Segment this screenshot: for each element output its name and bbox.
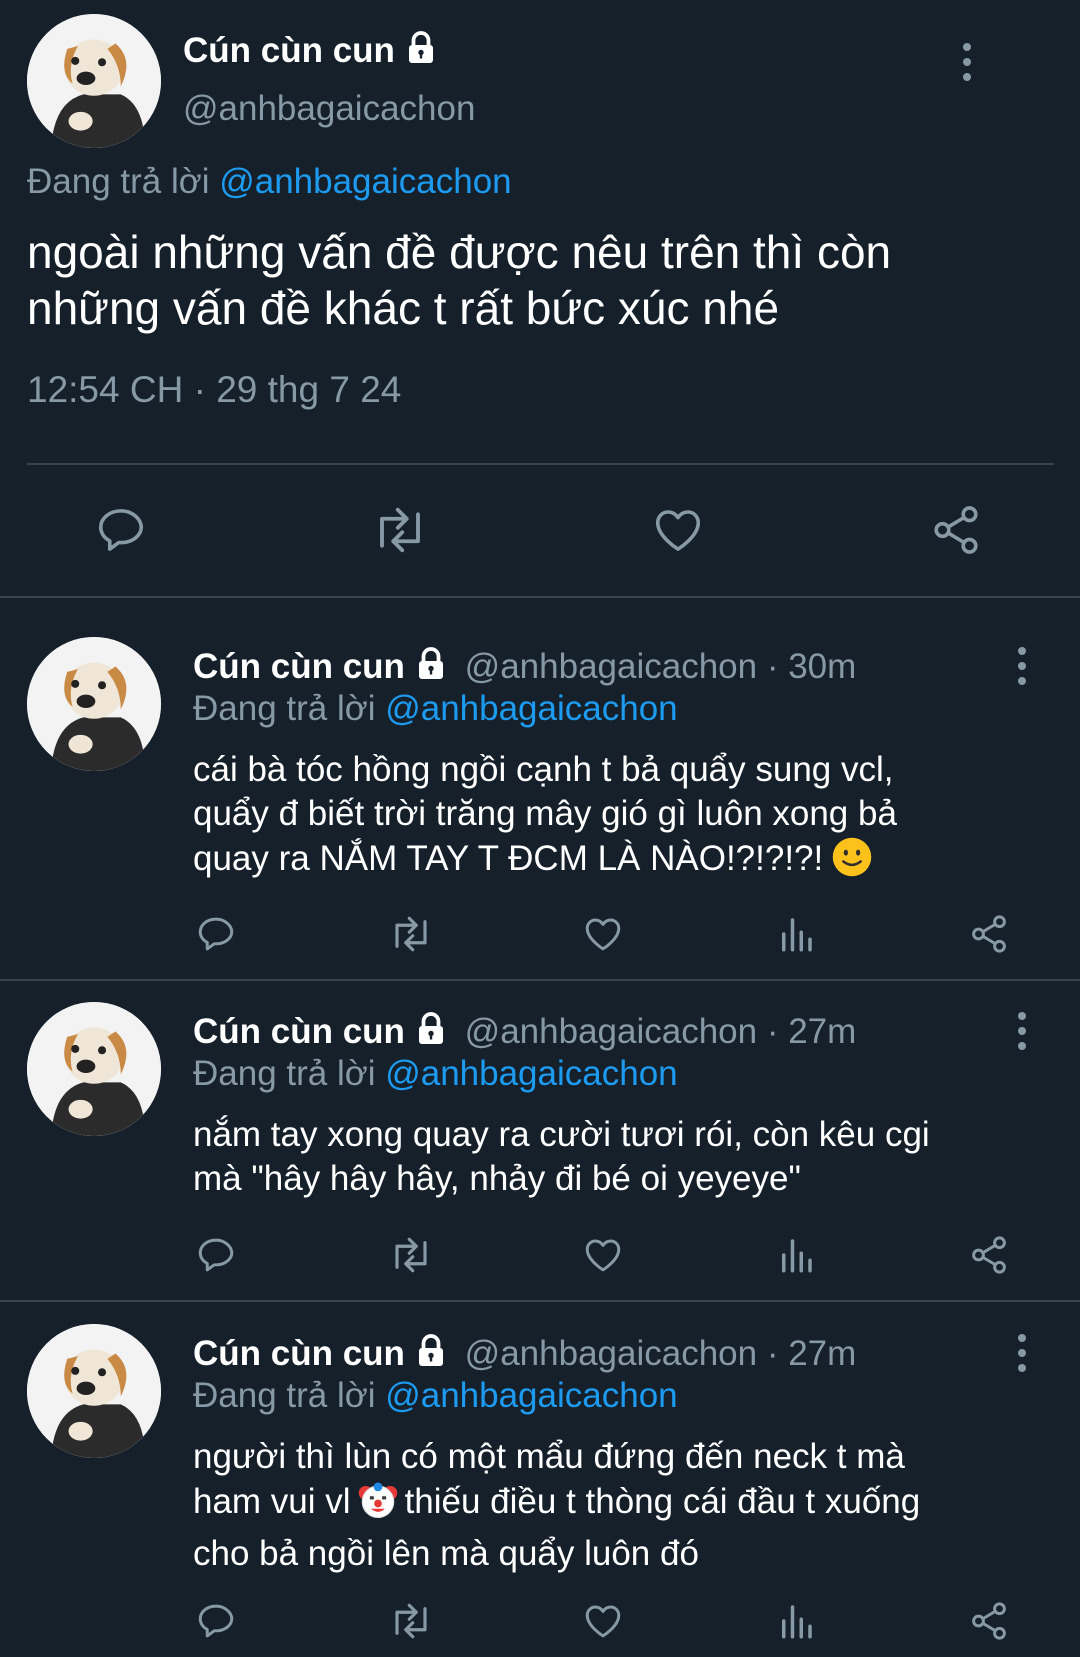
retweet-icon[interactable] [388, 1600, 434, 1647]
handle[interactable]: @anhbagaicachon [183, 89, 475, 129]
reply-to-link[interactable]: @anhbagaicachon [219, 162, 511, 201]
like-icon[interactable] [582, 1234, 624, 1281]
retweet-icon[interactable] [388, 913, 434, 960]
lock-icon [413, 1333, 449, 1378]
tweet-header: Cún cùn cun @anhbagaicachon · 27m [193, 1333, 856, 1378]
analytics-icon[interactable] [775, 1600, 817, 1647]
more-options-icon[interactable] [1016, 1334, 1028, 1372]
display-name[interactable]: Cún cùn cun [193, 647, 405, 686]
more-options-icon[interactable] [961, 43, 973, 81]
analytics-icon[interactable] [775, 913, 817, 960]
reply-context: Đang trả lời @anhbagaicachon [193, 1054, 678, 1093]
reply-context: Đang trả lời @anhbagaicachon [193, 1376, 678, 1415]
tweet-text: cái bà tóc hồng ngồi cạnh t bả quẩy sung… [193, 748, 897, 889]
share-icon[interactable] [968, 1600, 1010, 1647]
lock-icon [403, 30, 439, 75]
tweet-header: Cún cùn cun @anhbagaicachon · 27m [193, 1011, 856, 1056]
divider [27, 463, 1054, 465]
analytics-icon[interactable] [775, 1234, 817, 1281]
reply-icon[interactable] [195, 1234, 237, 1281]
slightly-smiling-face-icon [831, 836, 873, 889]
lock-icon [413, 1011, 449, 1056]
display-name[interactable]: Cún cùn cun [193, 1334, 405, 1373]
display-name[interactable]: Cún cùn cun [183, 30, 439, 75]
tweet-header: Cún cùn cun @anhbagaicachon · 30m [193, 646, 856, 691]
dog-avatar-icon [27, 637, 161, 771]
share-icon[interactable] [929, 503, 983, 562]
avatar[interactable] [27, 14, 161, 148]
tweet-text: ngoài những vấn đề được nêu trên thì còn… [27, 226, 892, 334]
avatar[interactable] [27, 1324, 161, 1458]
reply-icon[interactable] [195, 913, 237, 960]
like-icon[interactable] [651, 503, 705, 562]
handle-time[interactable]: @anhbagaicachon · 27m [465, 1012, 857, 1051]
retweet-icon[interactable] [370, 503, 430, 562]
share-icon[interactable] [968, 1234, 1010, 1281]
reply-to-link[interactable]: @anhbagaicachon [385, 1376, 677, 1415]
reply-icon[interactable] [94, 503, 148, 562]
section-divider [0, 596, 1080, 598]
tweet-text: nắm tay xong quay ra cười tươi rói, còn … [193, 1115, 930, 1198]
handle-time[interactable]: @anhbagaicachon · 30m [465, 647, 857, 686]
like-icon[interactable] [582, 1600, 624, 1647]
dog-avatar-icon [27, 1324, 161, 1458]
reply-context: Đang trả lời @anhbagaicachon [193, 689, 678, 728]
reply-context: Đang trả lời @anhbagaicachon [27, 162, 512, 201]
reply-icon[interactable] [195, 1600, 237, 1647]
section-divider [0, 979, 1080, 981]
dog-avatar-icon [27, 14, 161, 148]
lock-icon [413, 646, 449, 691]
retweet-icon[interactable] [388, 1234, 434, 1281]
more-options-icon[interactable] [1016, 1012, 1028, 1050]
share-icon[interactable] [968, 913, 1010, 960]
reply-to-link[interactable]: @anhbagaicachon [385, 689, 677, 728]
timestamp[interactable]: 12:54 CH · 29 thg 7 24 [27, 369, 401, 411]
handle-time[interactable]: @anhbagaicachon · 27m [465, 1334, 857, 1373]
more-options-icon[interactable] [1016, 647, 1028, 685]
section-divider [0, 1300, 1080, 1302]
tweet-text: người thì lùn có một mẩu đứng đến neck t… [193, 1437, 921, 1573]
avatar[interactable] [27, 1002, 161, 1136]
display-name[interactable]: Cún cùn cun [193, 1012, 405, 1051]
like-icon[interactable] [582, 913, 624, 960]
avatar[interactable] [27, 637, 161, 771]
clown-face-icon [357, 1479, 399, 1532]
dog-avatar-icon [27, 1002, 161, 1136]
reply-to-link[interactable]: @anhbagaicachon [385, 1054, 677, 1093]
